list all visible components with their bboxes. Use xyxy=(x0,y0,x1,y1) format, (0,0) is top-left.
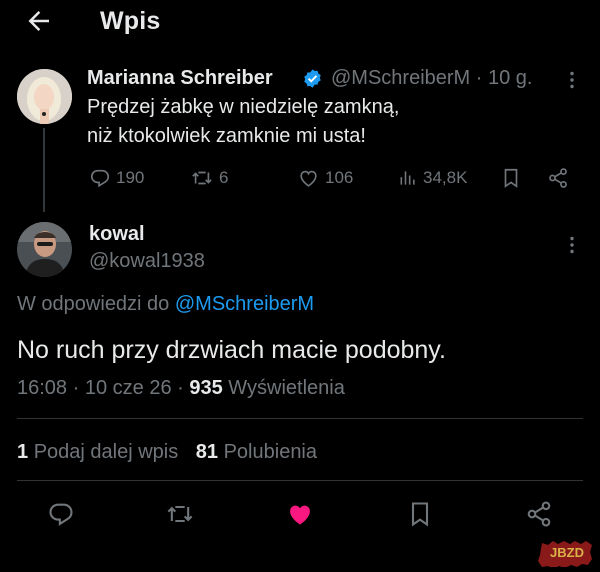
page-title: Wpis xyxy=(100,7,161,35)
divider xyxy=(17,418,583,419)
reply-icon xyxy=(90,169,110,188)
likes-count: 81 xyxy=(195,441,219,463)
parent-bookmark-button[interactable] xyxy=(500,167,522,189)
thread-line xyxy=(43,128,45,212)
parent-like-count: 106 xyxy=(325,168,354,187)
parent-text-line-2: niż ktokolwiek zamknie mi usta! xyxy=(87,125,366,147)
parent-reply-count: 190 xyxy=(116,168,145,187)
like-icon xyxy=(300,170,317,187)
back-button[interactable] xyxy=(24,6,54,36)
bookmark-icon xyxy=(411,502,429,527)
watermark-logo: JBZD xyxy=(538,537,596,567)
tweet-time[interactable]: 16:08 xyxy=(17,377,67,399)
main-tweet-text: No ruch przy drzwiach macie podobny. xyxy=(17,336,446,364)
more-icon xyxy=(570,236,574,254)
parent-reply-button[interactable]: 190 xyxy=(89,167,144,189)
share-icon xyxy=(549,168,567,188)
main-bookmark-button[interactable] xyxy=(406,500,434,528)
back-arrow-icon xyxy=(28,11,49,31)
reply-to-line: W odpowiedzi do @MSchreiberM xyxy=(17,293,314,316)
reposts-count: 1 xyxy=(17,441,29,463)
parent-views-button[interactable]: 34,8K xyxy=(398,167,467,189)
parent-text-line-1: Prędzej żabkę w niedzielę zamkną, xyxy=(87,96,400,118)
reply-to-handle[interactable]: @MSchreiberM xyxy=(175,293,314,315)
engagement-stats: 1 Podaj dalej wpis 81 Polubienia xyxy=(17,441,317,464)
share-icon xyxy=(527,501,551,527)
reposts-label: Podaj dalej wpis xyxy=(33,441,179,463)
bookmark-icon xyxy=(504,168,518,188)
likes-label: Polubienia xyxy=(223,441,318,463)
parent-author-name[interactable]: Marianna Schreiber xyxy=(87,67,273,90)
reposts-stat[interactable]: 1 Podaj dalej wpis xyxy=(17,441,178,463)
avatar-kowal[interactable] xyxy=(17,222,72,277)
parent-repost-count: 6 xyxy=(219,168,229,187)
parent-share-button[interactable] xyxy=(547,167,569,189)
main-handle[interactable]: @kowal1938 xyxy=(89,250,205,273)
more-icon xyxy=(570,71,574,89)
like-icon xyxy=(290,505,310,525)
main-like-button[interactable] xyxy=(285,500,315,528)
main-repost-button[interactable] xyxy=(165,500,195,528)
likes-stat[interactable]: 81 Polubienia xyxy=(196,441,317,463)
parent-handle-time: @MSchreiberM · 10 g. xyxy=(331,67,533,89)
parent-more-button[interactable] xyxy=(562,70,582,90)
parent-tweet-text: Prędzej żabkę w niedzielę zamkną, niż kt… xyxy=(87,93,399,151)
main-reply-button[interactable] xyxy=(47,500,75,528)
views-count: 935 xyxy=(189,377,223,399)
tweet-metadata: 16:08 · 10 cze 26 · 935 Wyświetlenia xyxy=(17,377,345,399)
views-icon xyxy=(400,171,415,185)
tweet-date[interactable]: 10 cze 26 xyxy=(85,377,172,399)
reply-to-prefix: W odpowiedzi do xyxy=(17,293,170,315)
avatar-marianna[interactable] xyxy=(17,69,72,124)
parent-like-button[interactable]: 106 xyxy=(297,167,353,189)
main-author-name[interactable]: kowal xyxy=(89,223,145,246)
repost-icon xyxy=(192,171,212,185)
divider xyxy=(17,480,583,481)
views-label: Wyświetlenia xyxy=(228,377,345,399)
main-more-button[interactable] xyxy=(562,235,582,255)
parent-repost-button[interactable]: 6 xyxy=(190,167,228,189)
main-share-button[interactable] xyxy=(525,500,553,528)
reply-icon xyxy=(49,503,73,526)
verified-badge-icon xyxy=(302,68,323,89)
repost-icon xyxy=(167,505,193,523)
parent-views-count: 34,8K xyxy=(423,168,468,187)
svg-text:JBZD: JBZD xyxy=(550,545,584,560)
